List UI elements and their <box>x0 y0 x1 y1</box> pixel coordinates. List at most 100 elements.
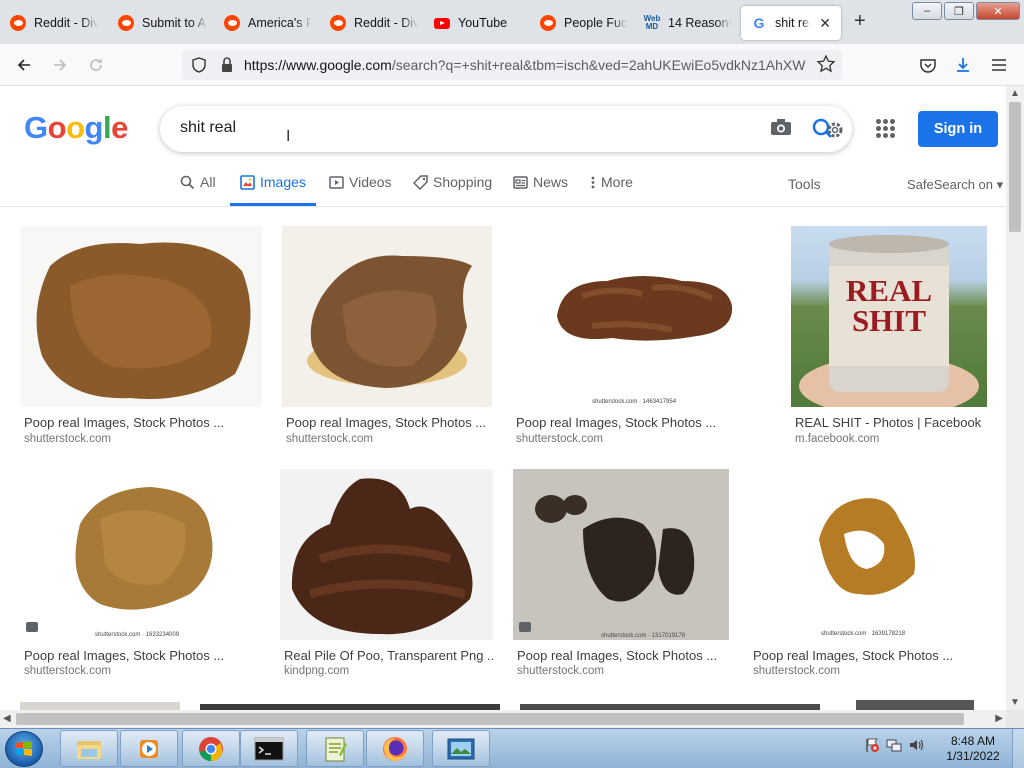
reddit-icon <box>224 15 240 31</box>
image-icon <box>240 175 255 190</box>
result-thumbnail-partial[interactable] <box>856 700 974 710</box>
result-title[interactable]: Poop real Images, Stock Photos ... <box>517 648 732 663</box>
webmd-icon-line: MD <box>645 22 659 31</box>
tab-label: Videos <box>349 174 392 190</box>
result-title[interactable]: Poop real Images, Stock Photos ... <box>24 648 264 663</box>
browser-tab-reddit-2[interactable]: Reddit - Div <box>320 6 428 40</box>
result-title[interactable]: REAL SHIT - Photos | Facebook <box>795 415 995 430</box>
volume-icon[interactable] <box>908 737 924 753</box>
result-thumbnail[interactable]: shutterstock.com · 1463417954 <box>512 226 771 407</box>
back-button[interactable] <box>12 53 36 77</box>
tab-shopping[interactable]: Shopping <box>413 174 492 206</box>
result-thumbnail[interactable]: shutterstock.com · 1633234009 <box>20 469 260 640</box>
search-box[interactable]: shit real I <box>160 106 852 152</box>
google-apps-icon[interactable] <box>876 119 895 138</box>
lock-icon[interactable] <box>220 56 234 74</box>
tab-label: News <box>533 174 569 190</box>
taskbar-command-prompt[interactable] <box>240 730 298 767</box>
tab-all[interactable]: All <box>180 174 216 206</box>
scroll-left-icon[interactable]: ◀ <box>3 713 11 724</box>
more-vertical-icon <box>591 176 595 189</box>
result-thumbnail[interactable] <box>280 469 493 640</box>
tab-label: All <box>200 174 216 190</box>
app-menu-button[interactable] <box>988 54 1010 76</box>
downloads-button[interactable] <box>952 54 974 76</box>
logo-letter: g <box>84 110 104 145</box>
vertical-scroll-thumb[interactable] <box>1009 102 1021 232</box>
forward-button[interactable] <box>48 53 72 77</box>
result-source[interactable]: shutterstock.com <box>286 433 373 445</box>
result-thumbnail[interactable]: shutterstock.com · 1639178218 <box>749 469 987 640</box>
google-logo[interactable]: Google <box>24 110 128 146</box>
tracking-protection-shield-icon[interactable] <box>190 56 208 74</box>
result-thumbnail[interactable]: REAL SHIT <box>791 226 987 407</box>
taskbar-file-explorer[interactable] <box>60 730 118 767</box>
browser-tab-reddit-submit[interactable]: Submit to A <box>108 6 218 40</box>
browser-tab-reddit-people[interactable]: People Fucl <box>530 6 638 40</box>
minimize-button[interactable]: – <box>912 2 942 20</box>
browser-tab-reddit-america[interactable]: America's P <box>214 6 322 40</box>
scroll-up-icon[interactable]: ▲ <box>1010 88 1020 99</box>
system-clock[interactable]: 8:48 AM 1/31/2022 <box>940 734 1006 764</box>
bookmark-star-icon[interactable] <box>816 54 836 74</box>
result-title[interactable]: Poop real Images, Stock Photos ... <box>24 415 264 430</box>
result-source[interactable]: kindpng.com <box>284 665 349 677</box>
search-input[interactable]: shit real <box>180 119 236 137</box>
sign-in-button[interactable]: Sign in <box>918 111 998 147</box>
maximize-button[interactable]: ❐ <box>944 2 974 20</box>
result-source[interactable]: shutterstock.com <box>516 433 603 445</box>
result-title[interactable]: Poop real Images, Stock Photos ... <box>753 648 993 663</box>
taskbar-chrome[interactable] <box>182 730 240 767</box>
result-thumbnail[interactable]: shutterstock.com · 1317019178 <box>513 469 729 640</box>
tools-button[interactable]: Tools <box>788 176 821 192</box>
result-title[interactable]: Poop real Images, Stock Photos ... <box>286 415 496 430</box>
webmd-icon: Web MD <box>644 15 661 31</box>
search-settings-gear-icon[interactable] <box>810 116 846 142</box>
taskbar-notepad-plus-plus[interactable] <box>306 730 364 767</box>
logo-letter: e <box>111 110 128 145</box>
tab-more[interactable]: More <box>590 174 633 206</box>
show-desktop-button[interactable] <box>1012 729 1024 768</box>
close-window-button[interactable]: ✕ <box>976 2 1020 20</box>
tab-news[interactable]: News <box>513 174 568 206</box>
result-thumbnail-partial[interactable] <box>20 702 180 710</box>
result-title[interactable]: Real Pile Of Poo, Transparent Png ... <box>284 648 494 663</box>
tab-images[interactable]: Images <box>230 174 316 206</box>
tab-videos[interactable]: Videos <box>329 174 392 206</box>
result-source[interactable]: shutterstock.com <box>517 665 604 677</box>
result-thumbnail[interactable] <box>20 226 262 407</box>
tag-icon <box>413 175 428 190</box>
browser-tab-webmd[interactable]: Web MD 14 Reasons <box>634 6 742 40</box>
result-source[interactable]: shutterstock.com <box>753 665 840 677</box>
back-arrow-icon <box>17 59 30 71</box>
safesearch-toggle[interactable]: SafeSearch on ▾ <box>907 177 1003 193</box>
reload-button[interactable] <box>84 53 108 77</box>
watermark-text: shutterstock.com · 1463417954 <box>592 399 677 405</box>
browser-tab-reddit[interactable]: Reddit - Div <box>0 6 108 40</box>
browser-tab-google-active[interactable]: G shit real - ✕ <box>741 6 841 40</box>
result-thumbnail[interactable] <box>282 226 492 407</box>
vertical-scrollbar[interactable]: ▲ ▼ <box>1006 86 1024 710</box>
taskbar-photo-viewer[interactable] <box>432 730 490 767</box>
horizontal-scrollbar[interactable]: ◀ ▶ <box>0 710 1006 728</box>
close-tab-icon[interactable]: ✕ <box>819 15 831 32</box>
address-bar[interactable]: https://www.google.com/search?q=+shit+re… <box>182 50 842 80</box>
tab-label: Submit to A <box>142 16 206 30</box>
browser-tab-youtube[interactable]: YouTube <box>424 6 532 40</box>
result-source[interactable]: shutterstock.com <box>24 433 111 445</box>
result-source[interactable]: shutterstock.com <box>24 665 111 677</box>
scroll-right-icon[interactable]: ▶ <box>995 713 1003 724</box>
network-icon[interactable] <box>886 737 902 753</box>
start-button[interactable] <box>5 731 43 767</box>
scroll-down-icon[interactable]: ▼ <box>1010 697 1020 708</box>
horizontal-scroll-thumb[interactable] <box>16 713 964 725</box>
pocket-button[interactable] <box>917 54 939 76</box>
result-title[interactable]: Poop real Images, Stock Photos ... <box>516 415 766 430</box>
taskbar-media-player[interactable] <box>120 730 178 767</box>
taskbar-firefox[interactable] <box>366 730 424 767</box>
new-tab-button[interactable]: + <box>854 10 866 33</box>
result-source[interactable]: m.facebook.com <box>795 433 879 445</box>
action-center-flag-icon[interactable] <box>864 737 880 753</box>
camera-icon[interactable] <box>770 117 792 137</box>
image-badge-icon <box>26 622 38 632</box>
